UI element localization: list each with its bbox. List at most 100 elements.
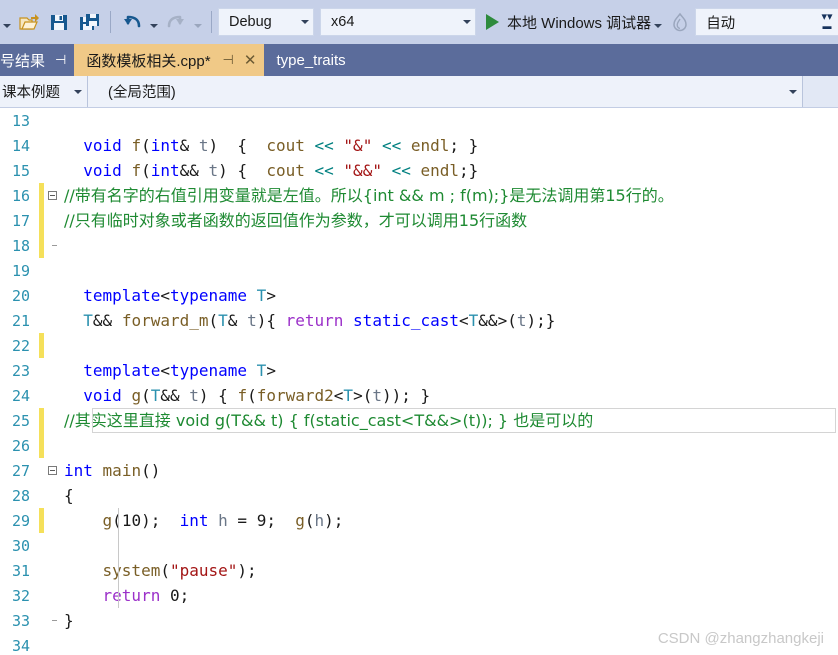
start-debugging-button[interactable]: 本地 Windows 调试器 [486, 7, 665, 37]
code-token: int [64, 461, 93, 480]
code-token: < [160, 286, 170, 305]
pin-icon[interactable]: ⊣ [223, 52, 234, 68]
line-number: 24 [11, 386, 30, 405]
code-token: ( [208, 311, 219, 330]
redo-icon[interactable] [161, 7, 191, 37]
line-number: 22 [11, 336, 30, 355]
line-number: 14 [11, 136, 30, 155]
code-line[interactable]: 27 int main() [0, 458, 838, 483]
tab-label: 函数模板相关.cpp* [86, 52, 211, 70]
code-token: t [189, 386, 199, 405]
outlining-glyph[interactable] [44, 466, 60, 475]
code-line[interactable]: 26 [0, 433, 838, 458]
code-line[interactable]: 16 //带有名字的右值引用变量就是左值。所以{int && m ; f(m);}… [0, 183, 838, 208]
code-token: //只有临时对象或者函数的返回值作为参数，才可以调用15行函数 [64, 211, 528, 230]
toolbar-leading-caret[interactable] [0, 7, 14, 37]
collapse-box-icon[interactable] [47, 466, 57, 475]
code-token: ); [237, 561, 257, 580]
undo-dropdown-caret[interactable] [147, 7, 161, 37]
code-token: > [266, 361, 276, 380]
code-token: return [102, 586, 161, 605]
code-text: system("pause"); [60, 558, 257, 583]
line-number: 28 [11, 486, 30, 505]
code-line[interactable]: 14 void f(int& t) { cout << "&" << endl;… [0, 133, 838, 158]
code-token: typename [169, 286, 248, 305]
code-token: h [314, 511, 325, 530]
save-icon[interactable] [44, 7, 74, 37]
member-scope-value: (全局范围) [108, 85, 176, 101]
code-line[interactable]: 13 [0, 108, 838, 133]
code-line[interactable]: 19 [0, 258, 838, 283]
code-token: t [372, 386, 382, 405]
code-token: T [256, 361, 267, 380]
save-all-icon[interactable] [74, 7, 104, 37]
code-text: int main() [60, 458, 160, 483]
hot-reload-icon[interactable] [665, 7, 695, 37]
code-line[interactable]: 30 [0, 533, 838, 558]
redo-dropdown-caret[interactable] [191, 7, 205, 37]
project-scope-combo[interactable]: 课本例题 [0, 76, 88, 107]
code-line[interactable]: 29 g(10); int h = 9; g(h); [0, 508, 838, 533]
member-scope-combo[interactable]: (全局范围) [88, 76, 803, 107]
code-editor[interactable]: 13 14 void f(int& t) { cout << "&" << end… [0, 108, 838, 655]
code-token: = [227, 511, 257, 530]
collapse-box-icon[interactable] [47, 191, 57, 200]
project-scope-value: 课本例题 [2, 85, 60, 101]
code-line[interactable]: 23 template<typename T> [0, 358, 838, 383]
code-line[interactable]: 25 //其实这里直接 void g(T&& t) { f(static_cast… [0, 408, 838, 433]
pin-icon[interactable]: ⊣ [55, 52, 66, 68]
undo-icon[interactable] [117, 7, 147, 37]
document-tab-strip: 号结果 ⊣ 函数模板相关.cpp* ⊣ ✕ type_traits [0, 44, 838, 76]
code-line[interactable]: 24 void g(T&& t) { f(forward2<T>(t)); } [0, 383, 838, 408]
close-icon[interactable]: ✕ [244, 51, 257, 69]
code-text: void g(T&& t) { f(forward2<T>(t)); } [60, 383, 430, 408]
change-indicator-bar [39, 233, 44, 258]
code-token: forward_m [121, 311, 209, 330]
open-file-icon[interactable] [14, 7, 44, 37]
code-token: >( [353, 386, 373, 405]
code-token: < [160, 361, 170, 380]
docked-panel-tab[interactable]: 号结果 ⊣ [0, 44, 75, 76]
change-indicator-bar [39, 533, 44, 558]
line-number: 21 [11, 311, 30, 330]
code-token: ){ [256, 311, 286, 330]
code-line[interactable]: 22 [0, 333, 838, 358]
hot-reload-value: 自动 [706, 15, 736, 32]
code-token: 9 [256, 511, 267, 530]
code-token: cout [256, 136, 305, 155]
solution-platform-value: x64 [331, 14, 355, 30]
toolbar-overflow-button[interactable]: ▾▾ ▬ [816, 0, 838, 44]
tab-active-document[interactable]: 函数模板相关.cpp* ⊣ ✕ [74, 44, 265, 76]
code-line[interactable]: 18 [0, 233, 838, 258]
change-indicator-bar [39, 308, 44, 333]
code-token: & [227, 311, 248, 330]
code-line[interactable]: 31 system("pause"); [0, 558, 838, 583]
code-line[interactable]: 32 return 0; [0, 583, 838, 608]
code-token: ) { [208, 136, 257, 155]
code-token: void [83, 136, 122, 155]
code-token: )); } [381, 386, 431, 405]
indent-guide [118, 558, 119, 583]
tab-type-traits[interactable]: type_traits [264, 44, 354, 76]
code-line[interactable]: 15 void f(int&& t) { cout << "&&" << end… [0, 158, 838, 183]
outlining-glyph[interactable] [44, 191, 60, 200]
solution-configuration-combo[interactable]: Debug [218, 8, 314, 36]
code-line[interactable]: 21 T&& forward_m(T& t){ return static_ca… [0, 308, 838, 333]
solution-platform-combo[interactable]: x64 [320, 8, 476, 36]
code-line[interactable]: 20 template<typename T> [0, 283, 838, 308]
code-line[interactable]: 17 //只有临时对象或者函数的返回值作为参数，才可以调用15行函数 [0, 208, 838, 233]
code-token: t [198, 136, 209, 155]
line-number: 16 [11, 186, 30, 205]
start-debugging-caret[interactable] [651, 7, 665, 37]
code-token: < [333, 386, 344, 405]
code-token: < [459, 311, 469, 330]
code-text: return 0; [60, 583, 190, 608]
code-text: void f(int& t) { cout << "&" << endl; } [60, 133, 478, 158]
code-line[interactable]: 28 { [0, 483, 838, 508]
